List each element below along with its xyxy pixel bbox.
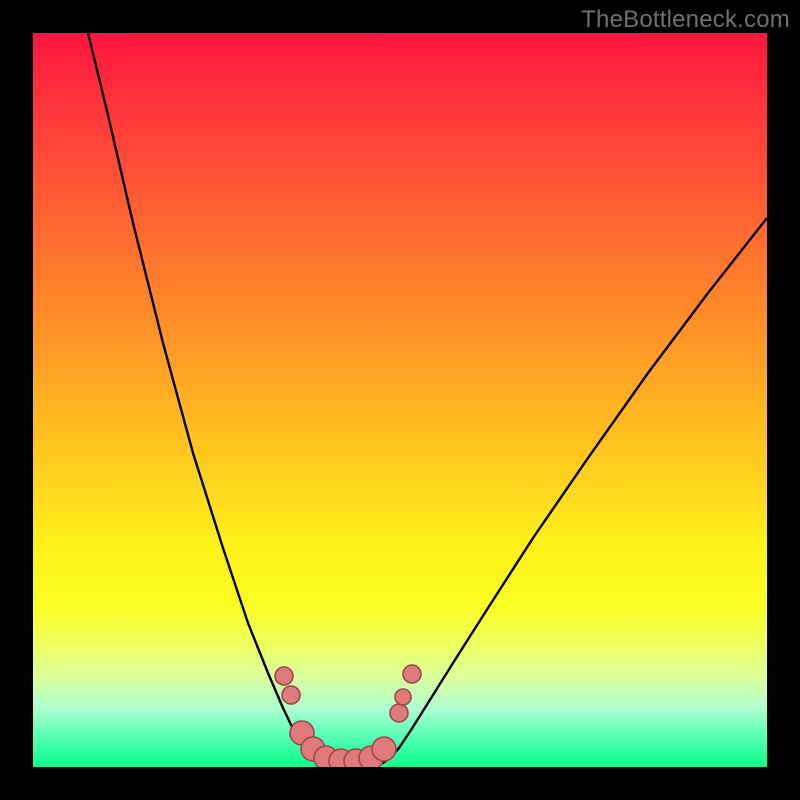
- bead: [395, 689, 411, 705]
- left-curve: [88, 33, 353, 766]
- curve-layer: [33, 33, 767, 767]
- outer-frame: TheBottleneck.com: [0, 0, 800, 800]
- watermark-text: TheBottleneck.com: [581, 6, 790, 34]
- bead: [282, 686, 300, 704]
- bead: [372, 737, 396, 761]
- right-curve: [353, 218, 767, 766]
- plot-area: [33, 33, 767, 767]
- bead: [403, 665, 421, 683]
- bead-group: [275, 665, 421, 767]
- bead: [275, 667, 293, 685]
- bead: [390, 704, 408, 722]
